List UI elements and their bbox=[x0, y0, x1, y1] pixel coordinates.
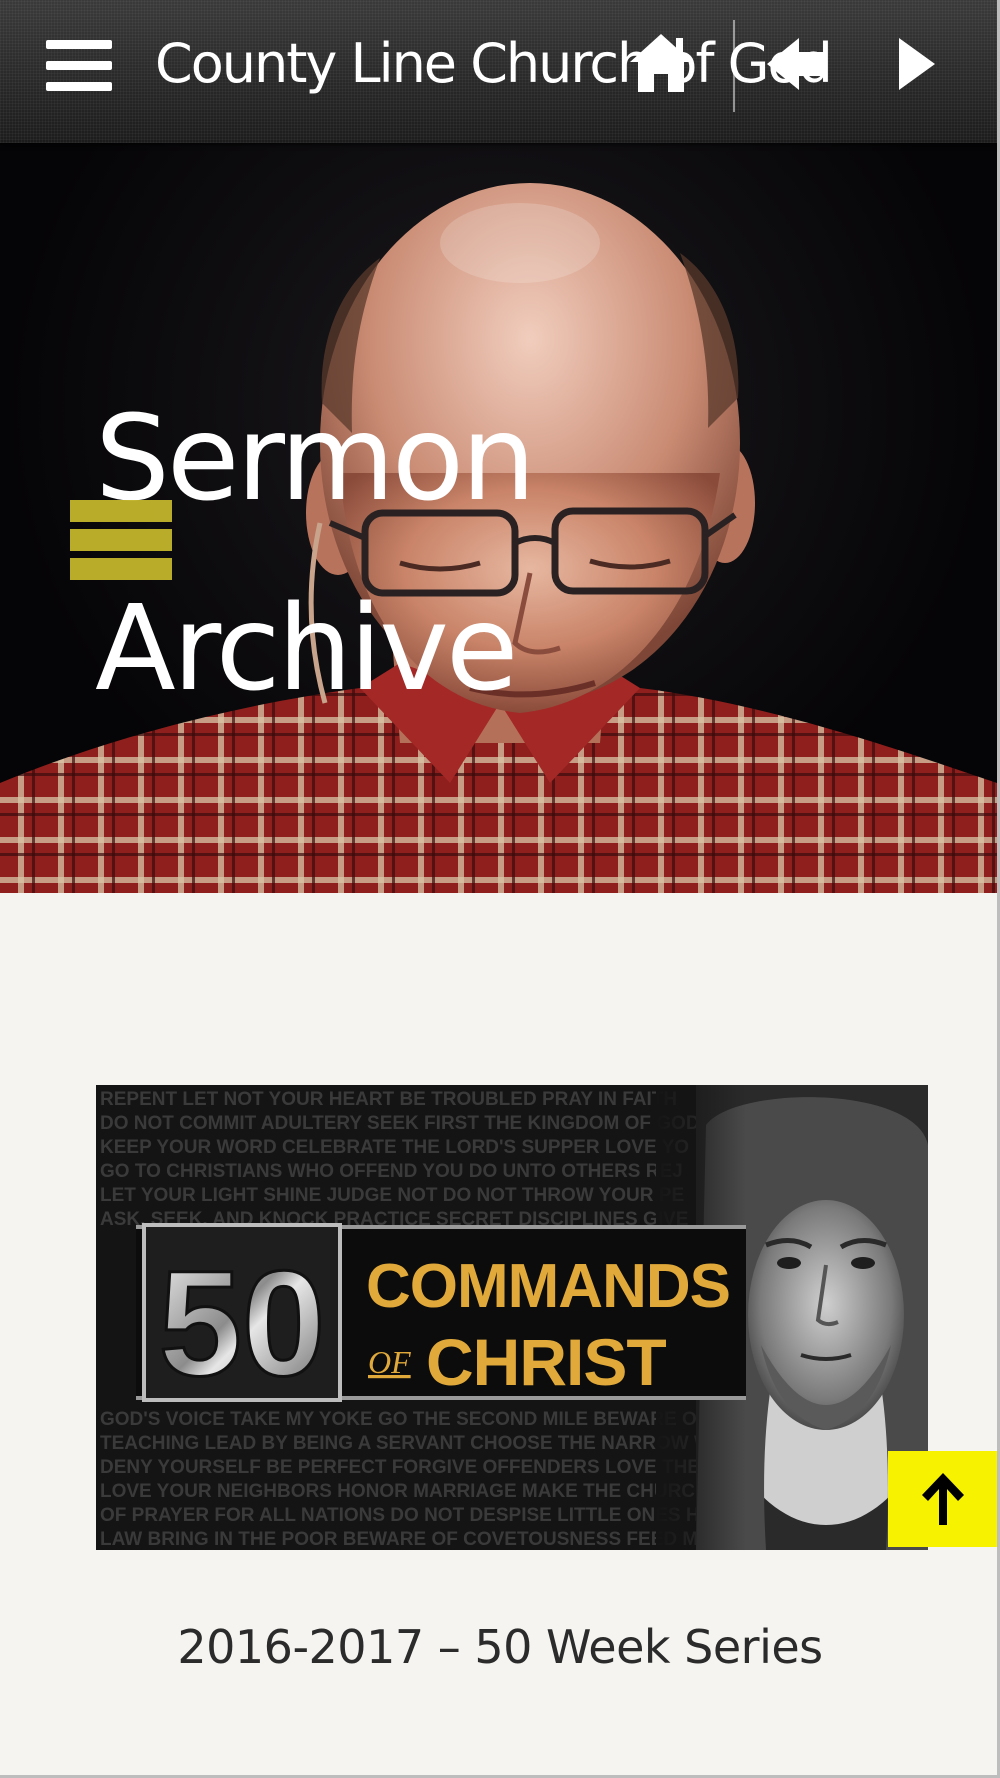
home-icon[interactable] bbox=[626, 30, 696, 96]
hero-banner: Sermon Archive bbox=[0, 143, 997, 893]
banner-bg-text: DO NOT COMMIT ADULTERY SEEK FIRST THE KI… bbox=[100, 1113, 700, 1134]
banner-line1: COMMANDS bbox=[366, 1252, 730, 1321]
series-caption[interactable]: 2016-2017 – 50 Week Series bbox=[0, 1620, 997, 1674]
banner-bg-text: LOVE YOUR NEIGHBORS HONOR MARRIAGE MAKE … bbox=[100, 1481, 709, 1502]
back-icon[interactable] bbox=[765, 34, 829, 94]
site-title[interactable]: County Line Church of God bbox=[155, 32, 833, 95]
banner-bg-text: GOD'S VOICE TAKE MY YOKE GO THE SECOND M… bbox=[100, 1409, 708, 1430]
banner-bg-text: KEEP YOUR WORD CELEBRATE THE LORD'S SUPP… bbox=[100, 1137, 689, 1158]
scroll-to-top-button[interactable] bbox=[888, 1451, 997, 1547]
banner-bg-text: REPENT LET NOT YOUR HEART BE TROUBLED PR… bbox=[100, 1089, 677, 1110]
page: County Line Church of God Sermon Archive… bbox=[0, 0, 1000, 1778]
nav-divider bbox=[733, 20, 735, 112]
banner-bg-text: TEACHING LEAD BY BEING A SERVANT CHOOSE … bbox=[100, 1433, 725, 1454]
banner-of: OF bbox=[368, 1344, 411, 1380]
banner-line2: CHRIST bbox=[426, 1325, 666, 1399]
menu-icon[interactable] bbox=[46, 40, 114, 92]
banner-bg-text: LET YOUR LIGHT SHINE JUDGE NOT DO NOT TH… bbox=[100, 1185, 684, 1206]
top-nav-bar: County Line Church of God bbox=[0, 0, 997, 143]
section-menu-icon[interactable] bbox=[70, 500, 172, 580]
banner-bg-text: OF PRAYER FOR ALL NATIONS DO NOT DESPISE… bbox=[100, 1505, 714, 1526]
arrow-up-icon bbox=[922, 1473, 964, 1525]
page-title-line2: Archive bbox=[95, 579, 519, 717]
banner-bg-text: DENY YOURSELF BE PERFECT FORGIVE OFFENDE… bbox=[100, 1457, 700, 1478]
banner-number: 50 bbox=[159, 1239, 326, 1407]
series-banner-art: REPENT LET NOT YOUR HEART BE TROUBLED PR… bbox=[96, 1085, 928, 1550]
banner-bg-text: LAW BRING IN THE POOR BEWARE OF COVETOUS… bbox=[100, 1529, 698, 1550]
play-icon[interactable] bbox=[895, 34, 939, 94]
series-banner-image[interactable]: REPENT LET NOT YOUR HEART BE TROUBLED PR… bbox=[96, 1085, 928, 1550]
banner-bg-text: GO TO CHRISTIANS WHO OFFEND YOU DO UNTO … bbox=[100, 1161, 683, 1182]
